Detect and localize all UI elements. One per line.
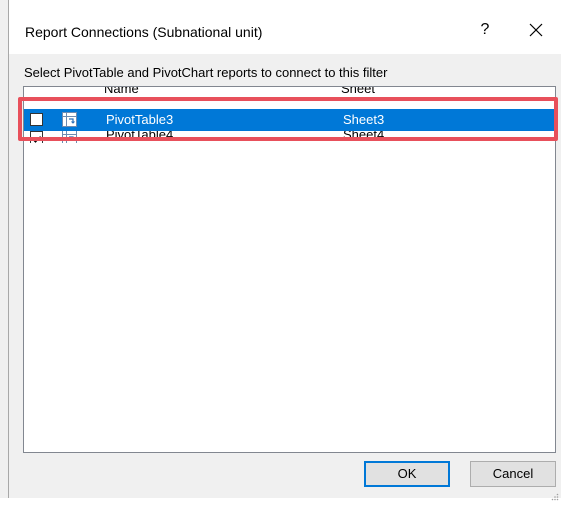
row-name-cell: PivotTable4: [106, 131, 174, 142]
column-header-sheet[interactable]: Sheet: [341, 87, 375, 99]
row-name-cell: PivotTable3: [106, 112, 174, 127]
dialog-title: Report Connections (Subnational unit): [25, 24, 263, 40]
report-connections-dialog: Report Connections (Subnational unit) ? …: [0, 0, 561, 501]
row-checkbox[interactable]: [30, 113, 43, 126]
close-icon: [529, 23, 543, 37]
dialog-body: Select PivotTable and PivotChart reports…: [9, 54, 561, 501]
list-row-pivottable3[interactable]: PivotTable3 Sheet3: [24, 109, 555, 131]
report-list[interactable]: Name Sheet PivotTable3 Sheet3 PivotTable…: [23, 86, 556, 453]
row-sheet-cell: Sheet4: [343, 131, 385, 142]
close-button[interactable]: [524, 18, 548, 42]
pivottable-icon: [62, 131, 77, 143]
list-row-pivottable4[interactable]: PivotTable4 Sheet4: [24, 131, 555, 143]
checkmark-icon: [32, 136, 41, 143]
pivottable-icon: [62, 112, 77, 127]
column-header-name[interactable]: Name: [104, 87, 139, 99]
help-button[interactable]: ?: [475, 18, 495, 42]
resize-grip-icon[interactable]: [551, 488, 559, 501]
instruction-text: Select PivotTable and PivotChart reports…: [24, 65, 388, 80]
row-checkbox-checked[interactable]: [30, 131, 43, 143]
cancel-button[interactable]: Cancel: [470, 461, 556, 487]
ok-button[interactable]: OK: [364, 461, 450, 487]
row-sheet-cell: Sheet3: [343, 112, 385, 127]
